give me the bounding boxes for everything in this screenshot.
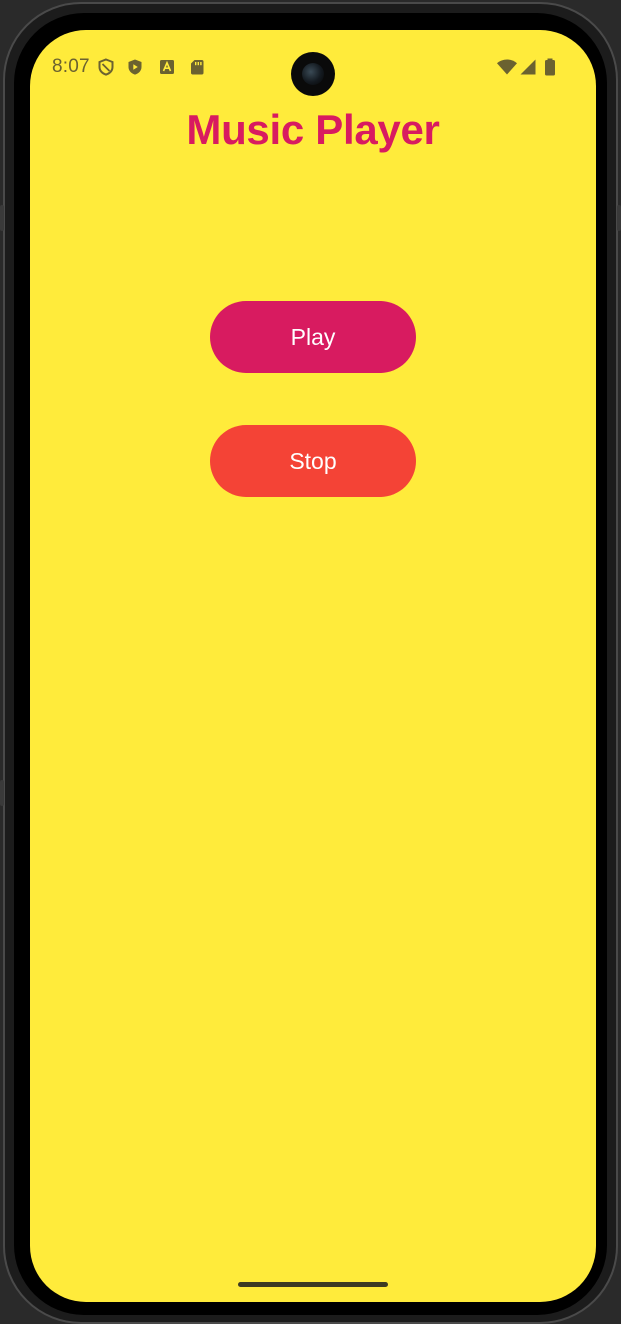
side-button xyxy=(0,205,4,231)
camera-lens xyxy=(302,63,324,85)
side-button xyxy=(617,205,621,231)
side-button xyxy=(0,780,4,806)
front-camera xyxy=(291,52,335,96)
shield-outline-icon xyxy=(97,58,115,76)
battery-icon xyxy=(544,58,556,76)
play-button[interactable]: Play xyxy=(210,301,416,373)
page-title: Music Player xyxy=(186,106,440,153)
device-frame: 8:07 Music Player Play Stop xyxy=(0,0,621,1324)
home-gesture-bar[interactable] xyxy=(238,1282,388,1287)
app-screen: 8:07 Music Player Play Stop xyxy=(30,30,596,1302)
play-protect-icon xyxy=(126,58,144,76)
status-time: 8:07 xyxy=(52,56,90,77)
stop-button[interactable]: Stop xyxy=(210,425,416,497)
font-a-icon xyxy=(158,58,176,76)
sd-card-icon xyxy=(188,58,206,76)
cellular-signal-icon xyxy=(519,58,537,76)
wifi-icon xyxy=(496,58,518,76)
